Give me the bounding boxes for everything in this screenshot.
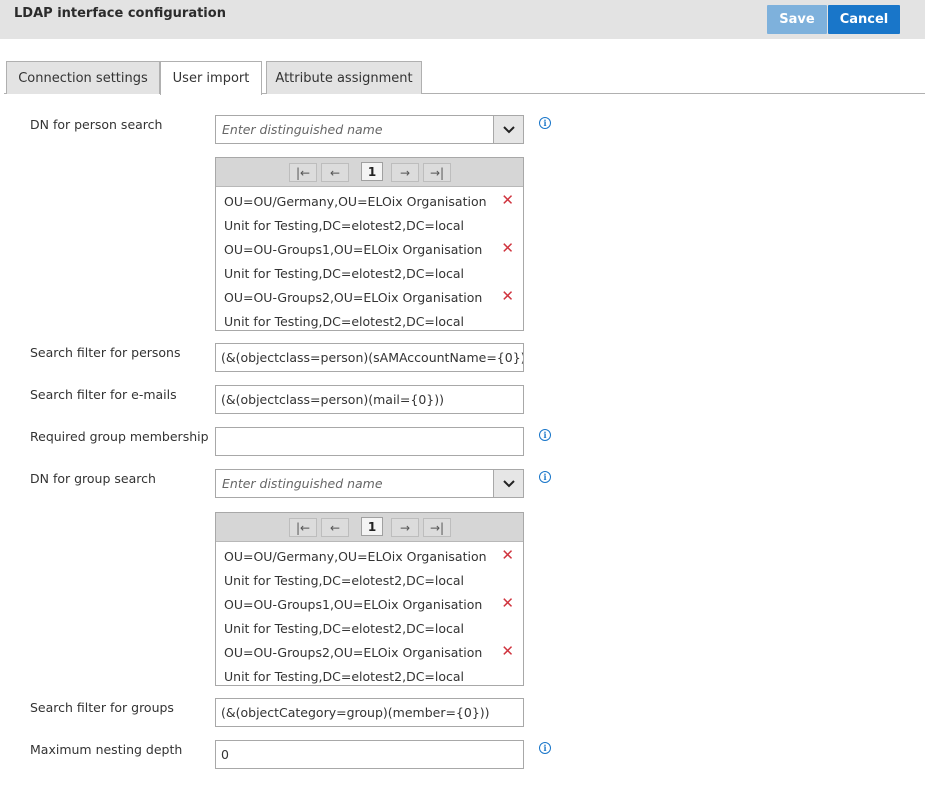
- info-icon[interactable]: i: [539, 429, 551, 441]
- tab-bar: Connection settings User import Attribut…: [4, 61, 925, 95]
- dn-person-combobox[interactable]: Enter distinguished name: [215, 115, 524, 144]
- dn-person-dropdown-button[interactable]: [493, 116, 523, 143]
- close-icon[interactable]: ✕: [501, 639, 514, 663]
- dn-group-list: |← ← 1 → →| OU=OU/Germany,OU=ELOix Organ…: [215, 512, 524, 686]
- prev-page-icon[interactable]: ←: [321, 163, 349, 182]
- last-page-icon[interactable]: →|: [423, 163, 451, 182]
- info-icon[interactable]: i: [539, 742, 551, 754]
- info-icon[interactable]: i: [539, 117, 551, 129]
- list-item-text: OU=OU-Groups2,OU=ELOix Organisation Unit …: [224, 290, 483, 329]
- chevron-down-icon: [502, 479, 515, 487]
- close-icon[interactable]: ✕: [501, 188, 514, 212]
- list-item: OU=OU-Groups1,OU=ELOix Organisation Unit …: [216, 590, 523, 638]
- required-group-label: Required group membership: [30, 429, 209, 444]
- page-number[interactable]: 1: [361, 162, 383, 181]
- dn-group-combobox[interactable]: Enter distinguished name: [215, 469, 524, 498]
- next-page-icon[interactable]: →: [391, 163, 419, 182]
- search-filter-persons-label: Search filter for persons: [30, 345, 181, 360]
- search-filter-groups-input[interactable]: (&(objectCategory=group)(member={0})): [215, 698, 524, 727]
- search-filter-emails-label: Search filter for e-mails: [30, 387, 177, 402]
- required-group-input[interactable]: [215, 427, 524, 456]
- page-header: LDAP interface configuration Save Cancel: [0, 0, 925, 39]
- dn-group-dropdown-button[interactable]: [493, 470, 523, 497]
- dn-person-list: |← ← 1 → →| OU=OU/Germany,OU=ELOix Organ…: [215, 157, 524, 331]
- dn-group-label: DN for group search: [30, 471, 156, 486]
- list-item-text: OU=OU-Groups2,OU=ELOix Organisation Unit …: [224, 645, 483, 684]
- max-nesting-label: Maximum nesting depth: [30, 742, 183, 757]
- next-page-icon[interactable]: →: [391, 518, 419, 537]
- last-page-icon[interactable]: →|: [423, 518, 451, 537]
- page-number[interactable]: 1: [361, 517, 383, 536]
- chevron-down-icon: [502, 125, 515, 133]
- first-page-icon[interactable]: |←: [289, 518, 317, 537]
- list-item: OU=OU/Germany,OU=ELOix Organisation Unit …: [216, 187, 523, 235]
- max-nesting-input[interactable]: 0: [215, 740, 524, 769]
- list-item: OU=OU-Groups1,OU=ELOix Organisation Unit …: [216, 235, 523, 283]
- search-filter-persons-input[interactable]: (&(objectclass=person)(sAMAccountName={0…: [215, 343, 524, 372]
- list-item-text: OU=OU-Groups1,OU=ELOix Organisation Unit …: [224, 597, 483, 636]
- list-item-text: OU=OU-Groups1,OU=ELOix Organisation Unit …: [224, 242, 483, 281]
- list-item-text: OU=OU/Germany,OU=ELOix Organisation Unit …: [224, 194, 487, 233]
- dn-person-placeholder: Enter distinguished name: [222, 122, 383, 137]
- close-icon[interactable]: ✕: [501, 543, 514, 567]
- save-button[interactable]: Save: [767, 5, 827, 34]
- search-filter-groups-label: Search filter for groups: [30, 700, 174, 715]
- dn-group-placeholder: Enter distinguished name: [222, 476, 383, 491]
- tab-connection-settings[interactable]: Connection settings: [6, 61, 160, 94]
- list-item: OU=OU-Groups2,OU=ELOix Organisation Unit …: [216, 283, 523, 331]
- list-item-text: OU=OU/Germany,OU=ELOix Organisation Unit …: [224, 549, 487, 588]
- search-filter-emails-input[interactable]: (&(objectclass=person)(mail={0})): [215, 385, 524, 414]
- first-page-icon[interactable]: |←: [289, 163, 317, 182]
- prev-page-icon[interactable]: ←: [321, 518, 349, 537]
- dn-person-label: DN for person search: [30, 117, 163, 132]
- dn-person-pager: |← ← 1 → →|: [216, 158, 523, 187]
- dn-group-pager: |← ← 1 → →|: [216, 513, 523, 542]
- page-title: LDAP interface configuration: [14, 6, 226, 21]
- close-icon[interactable]: ✕: [501, 591, 514, 615]
- list-item: OU=OU-Groups2,OU=ELOix Organisation Unit …: [216, 638, 523, 686]
- tab-attribute-assignment[interactable]: Attribute assignment: [266, 61, 422, 94]
- list-item: OU=OU/Germany,OU=ELOix Organisation Unit …: [216, 542, 523, 590]
- close-icon[interactable]: ✕: [501, 284, 514, 308]
- close-icon[interactable]: ✕: [501, 236, 514, 260]
- cancel-button[interactable]: Cancel: [828, 5, 900, 34]
- info-icon[interactable]: i: [539, 471, 551, 483]
- tab-user-import[interactable]: User import: [160, 61, 262, 95]
